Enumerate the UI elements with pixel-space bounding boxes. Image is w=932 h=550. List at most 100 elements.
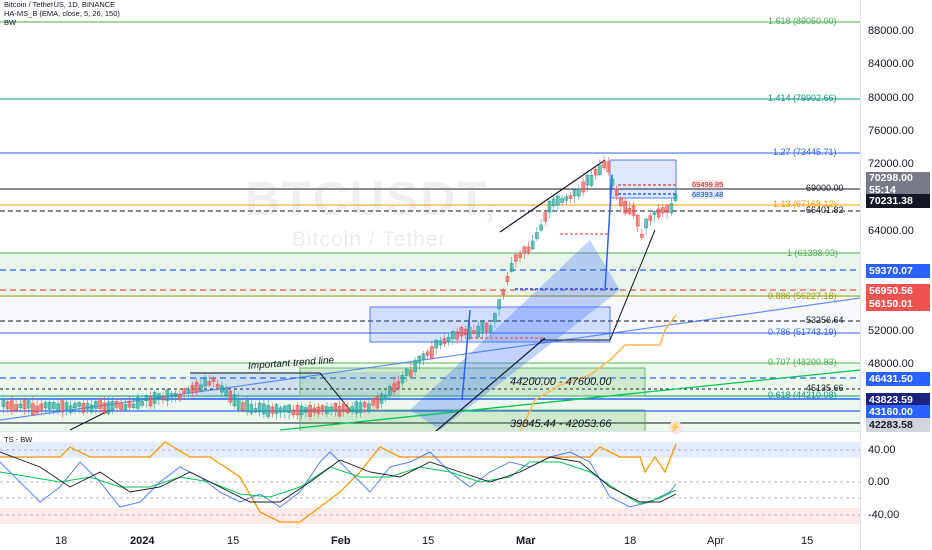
candle [350,406,354,413]
candle [488,325,493,333]
candle [459,327,464,337]
candle [18,403,23,409]
candle [308,405,312,417]
candle [556,195,560,206]
candle [425,351,430,356]
candle [169,393,174,398]
osc-tick: 0.00 [868,476,890,488]
candle [127,400,132,408]
time-tick: 15 [422,535,435,547]
candle [110,401,115,411]
candle [14,404,18,411]
candle [26,400,31,409]
candle [148,396,153,407]
candle [362,401,367,408]
candle [413,360,417,373]
candle [329,406,333,412]
candle [106,401,111,414]
candle [606,161,611,173]
price-tick: 80000.00 [868,92,914,104]
candle [421,353,426,361]
candle [245,400,249,413]
price-label-70231: 70231.38 [866,194,930,208]
candle [551,198,556,207]
candle [501,290,506,296]
annotation-range-lower[interactable]: 39845.44 - 42053.66 [510,418,612,430]
candle [73,403,77,409]
fib-label-1: 1 (61338.93) [787,248,839,258]
candle [253,408,258,413]
candle [68,405,73,413]
candle [535,232,539,240]
candle [543,212,548,222]
candle [367,403,371,413]
candle [211,377,216,382]
candle [564,196,569,201]
candle [215,383,220,388]
candle [409,369,413,377]
level-69000: 69000.00 [806,183,844,193]
candle [81,402,86,413]
candle [593,169,598,176]
candle [560,198,564,203]
candle [484,322,489,332]
fib-label-0786: 0.786 (51743.19) [768,327,837,337]
candle [266,405,270,417]
candle [665,204,669,213]
candle [400,374,405,384]
candle [589,174,594,186]
candle [476,325,480,338]
candle [518,252,522,258]
price-tick: 88000.00 [868,25,914,37]
indicator-label-hams[interactable]: HA-MS_B (EMA, close, 5, 26, 150) [4,9,120,18]
candle [236,398,241,412]
candle [480,321,485,334]
candle [85,403,90,410]
candle [358,402,363,413]
lightning-icon[interactable]: ⚡ [669,421,682,434]
current-price-label: 70298.00 55:14 [866,172,930,196]
candle [614,188,619,197]
candle [572,189,577,197]
candle [568,195,573,199]
candle [136,397,140,409]
candle [60,400,65,413]
candle [1,398,6,408]
candle [182,388,186,394]
candle [262,403,266,415]
indicator-label-bw[interactable]: BW [4,18,16,27]
candle [224,387,228,396]
candle [274,404,279,414]
price-label-42283: 42283.58 [866,418,930,432]
candle [295,404,300,416]
candle [77,402,81,407]
fib-label-1414: 1.414 (79902.66) [768,93,837,103]
time-tick: 18 [55,535,68,547]
candle [404,368,409,376]
candle [430,346,434,359]
candle [291,409,296,415]
candle [522,246,527,254]
candle [455,331,459,340]
candle [39,403,44,411]
annotation-range-upper[interactable]: 44200.00 - 47600.00 [510,376,612,388]
box-label-high: 69499.85 [692,180,724,189]
candle [417,355,422,364]
candle [165,389,170,401]
candle [446,336,451,343]
candle [316,406,321,414]
fib-label-127: 1.27 (73445.71) [773,147,837,157]
candle [585,174,590,186]
candle [640,233,644,238]
level-66401: 66401.82 [806,205,844,215]
oscillator-title[interactable]: TS - BW [4,435,32,444]
candle [635,215,640,227]
candle [505,276,510,282]
candle [220,385,224,393]
candle [669,203,674,214]
candle [119,402,123,410]
price-label-59370: 59370.07 [866,264,930,278]
oscillator-canvas[interactable] [0,432,860,532]
candle [312,407,317,413]
candle [173,393,178,398]
